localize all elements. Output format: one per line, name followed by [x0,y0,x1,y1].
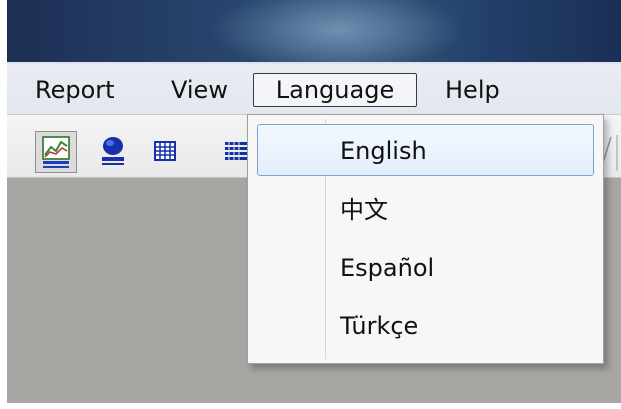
title-bar[interactable] [7,0,621,64]
globe-view-button[interactable] [93,131,135,173]
table-icon [154,141,176,161]
globe-icon [102,137,124,165]
language-option-turkish[interactable]: Türkçe [257,300,594,352]
menu-report[interactable]: Report [31,73,119,107]
language-option-chinese[interactable]: 中文 [257,184,594,236]
language-option-label: Español [340,254,435,282]
language-option-label: 中文 [340,196,388,224]
table-view-button[interactable] [145,131,187,173]
language-option-label: English [340,137,427,165]
menu-help[interactable]: Help [441,73,504,107]
language-option-spanish[interactable]: Español [257,242,594,294]
language-dropdown-menu: English 中文 Español Türkçe [247,114,604,364]
language-option-label: Türkçe [340,312,419,340]
menu-language[interactable]: Language [253,73,417,107]
menu-view[interactable]: View [167,73,232,107]
application-window: Report View Language Help English 中文 Esp… [7,0,621,403]
menu-bar: Report View Language Help [7,64,621,115]
chart-view-button[interactable] [35,131,77,173]
language-option-english[interactable]: English [257,124,594,176]
list-icon [225,141,247,161]
chart-icon [42,136,70,168]
